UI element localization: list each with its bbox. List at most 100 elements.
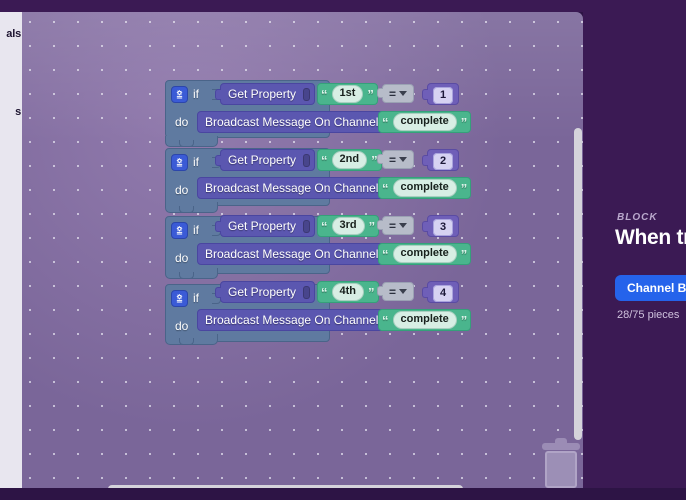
broadcast-channel-block-1[interactable]: “ complete ” — [378, 177, 472, 199]
get-property-plug-3 — [215, 287, 221, 298]
quote-open-icon-3: “ — [321, 284, 328, 300]
number-block-0[interactable]: 1 — [422, 83, 460, 105]
number-value-field-2[interactable]: 3 — [433, 218, 454, 236]
get-property-label-0: Get Property — [228, 87, 297, 101]
operator-dropdown-3[interactable]: = — [377, 282, 415, 301]
string-block-2[interactable]: “ 3rd ” — [317, 215, 380, 237]
pieces-count-label: 28/75 pieces — [617, 309, 680, 321]
broadcast-block-0[interactable]: Broadcast Message On Channel — [197, 111, 398, 133]
get-property-block-1[interactable]: Get Property — [215, 149, 316, 171]
channel-value-field-1[interactable]: complete — [392, 179, 457, 197]
sidebar-item-0[interactable]: als — [0, 28, 22, 40]
sidebar-item-1[interactable]: s — [0, 106, 22, 118]
channel-quote-open-icon-0: “ — [382, 114, 389, 130]
quote-close-icon-3: ” — [368, 284, 375, 300]
string-block-1[interactable]: “ 2nd ” — [317, 149, 382, 171]
number-value-field-3[interactable]: 4 — [433, 284, 454, 302]
channel-quote-close-icon-2: ” — [460, 246, 468, 262]
vertical-scrollbar[interactable] — [574, 128, 582, 440]
channel-quote-open-icon-3: “ — [382, 312, 389, 328]
channel-value-field-2[interactable]: complete — [392, 245, 457, 263]
channel-quote-open-icon-2: “ — [382, 246, 389, 262]
number-plug-3 — [422, 287, 428, 298]
stack-tail-3 — [165, 334, 218, 345]
get-property-block-0[interactable]: Get Property — [215, 83, 316, 105]
block-stack[interactable]: if do Get Property “ 1st ” = 1 Broadcast… — [165, 80, 472, 345]
channel-value-field-3[interactable]: complete — [392, 311, 457, 329]
mutator-gear-icon-1[interactable] — [171, 154, 188, 171]
quote-open-icon-2: “ — [321, 218, 328, 234]
string-block-0[interactable]: “ 1st ” — [317, 83, 378, 105]
number-plug-2 — [422, 221, 428, 232]
operator-label-2: = — [389, 218, 397, 233]
chevron-down-icon-2 — [399, 223, 408, 228]
string-value-field-3[interactable]: 4th — [331, 283, 364, 301]
get-property-socket-2 — [303, 219, 311, 233]
channel-quote-close-icon-0: ” — [460, 114, 468, 130]
get-property-plug-1 — [215, 155, 221, 166]
number-block-1[interactable]: 2 — [422, 149, 460, 171]
mutator-gear-icon-3[interactable] — [171, 290, 188, 307]
string-value-field-0[interactable]: 1st — [331, 85, 364, 103]
channel-quote-close-icon-1: ” — [460, 180, 468, 196]
operator-label-0: = — [389, 86, 397, 101]
channel-quote-close-icon-3: ” — [460, 312, 468, 328]
chevron-down-icon-0 — [399, 91, 408, 96]
number-value-field-0[interactable]: 1 — [433, 86, 454, 104]
mutator-gear-icon-0[interactable] — [171, 86, 188, 103]
operator-plug-1 — [377, 154, 383, 164]
top-bar — [0, 0, 686, 12]
get-property-label-2: Get Property — [228, 219, 297, 233]
chevron-down-icon-1 — [399, 157, 408, 162]
do-keyword-1: do — [175, 183, 189, 197]
operator-dropdown-1[interactable]: = — [377, 150, 415, 169]
string-value-field-1[interactable]: 2nd — [331, 151, 368, 169]
left-sidebar[interactable]: als s — [0, 12, 22, 488]
channel-broadcast-button[interactable]: Channel Br — [615, 275, 686, 301]
if-keyword-1: if — [193, 155, 199, 169]
stack-tail-1 — [165, 202, 218, 213]
operator-dropdown-0[interactable]: = — [377, 84, 415, 103]
trash-body — [545, 451, 577, 488]
app-root: als s if do Get Property “ 1st ” = 1 Bro… — [0, 0, 686, 500]
trash-lid — [542, 443, 580, 450]
get-property-socket-3 — [303, 285, 311, 299]
broadcast-label-0: Broadcast Message On Channel — [205, 115, 379, 129]
block-workspace-canvas[interactable]: if do Get Property “ 1st ” = 1 Broadcast… — [22, 12, 583, 488]
do-keyword-3: do — [175, 319, 189, 333]
get-property-plug-0 — [215, 89, 221, 100]
right-info-panel: BLOCK When tr Channel Br 28/75 pieces — [583, 12, 686, 500]
number-plug-0 — [422, 89, 428, 100]
get-property-plug-2 — [215, 221, 221, 232]
do-keyword-2: do — [175, 251, 189, 265]
number-plug-1 — [422, 155, 428, 166]
if-keyword-2: if — [193, 223, 199, 237]
operator-plug-2 — [377, 220, 383, 230]
get-property-block-2[interactable]: Get Property — [215, 215, 316, 237]
channel-value-field-0[interactable]: complete — [392, 113, 457, 131]
panel-kicker: BLOCK — [617, 212, 658, 223]
broadcast-channel-block-2[interactable]: “ complete ” — [378, 243, 472, 265]
broadcast-channel-block-3[interactable]: “ complete ” — [378, 309, 472, 331]
number-value-field-1[interactable]: 2 — [433, 152, 454, 170]
mutator-gear-icon-2[interactable] — [171, 222, 188, 239]
broadcast-block-3[interactable]: Broadcast Message On Channel — [197, 309, 398, 331]
operator-dropdown-2[interactable]: = — [377, 216, 415, 235]
broadcast-block-2[interactable]: Broadcast Message On Channel — [197, 243, 398, 265]
broadcast-block-1[interactable]: Broadcast Message On Channel — [197, 177, 398, 199]
trash-can-icon[interactable] — [542, 437, 580, 488]
get-property-block-3[interactable]: Get Property — [215, 281, 316, 303]
string-value-field-2[interactable]: 3rd — [331, 217, 365, 235]
do-keyword-0: do — [175, 115, 189, 129]
broadcast-channel-block-0[interactable]: “ complete ” — [378, 111, 472, 133]
stack-tail-0 — [165, 136, 218, 147]
stack-tail-2 — [165, 268, 218, 279]
panel-title: When tr — [615, 226, 686, 249]
broadcast-label-2: Broadcast Message On Channel — [205, 247, 379, 261]
operator-label-3: = — [389, 284, 397, 299]
broadcast-label-1: Broadcast Message On Channel — [205, 181, 379, 195]
number-block-2[interactable]: 3 — [422, 215, 460, 237]
number-block-3[interactable]: 4 — [422, 281, 460, 303]
get-property-label-1: Get Property — [228, 153, 297, 167]
string-block-3[interactable]: “ 4th ” — [317, 281, 379, 303]
